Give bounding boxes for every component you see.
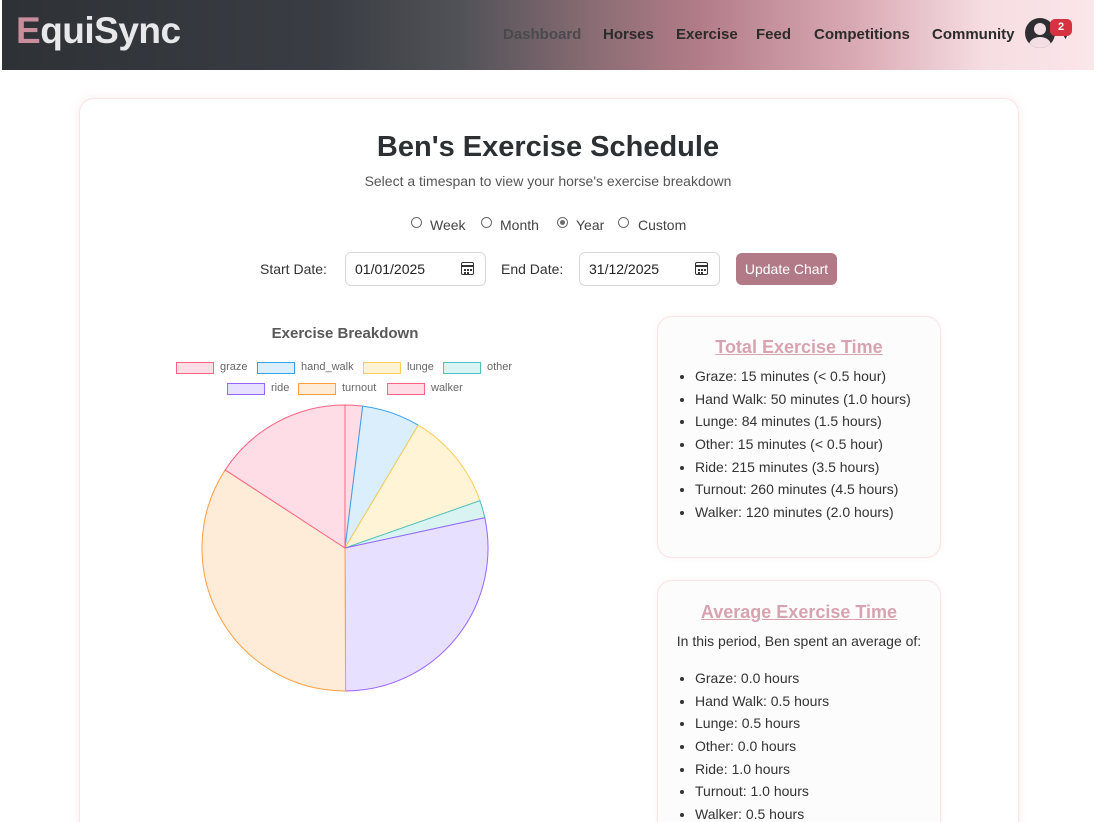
average-panel-title: Average Exercise Time bbox=[700, 602, 898, 622]
radio-year-label[interactable]: Year bbox=[576, 217, 604, 233]
legend-label: walker bbox=[431, 382, 463, 394]
nav-horses[interactable]: Horses bbox=[603, 26, 654, 43]
radio-custom[interactable] bbox=[618, 217, 629, 228]
list-item: Hand Walk: 50 minutes (1.0 hours) bbox=[695, 388, 911, 411]
nav-competitions[interactable]: Competitions bbox=[814, 26, 910, 43]
legend-swatch bbox=[257, 362, 295, 374]
nav-feed[interactable]: Feed bbox=[756, 26, 791, 43]
nav-dashboard[interactable]: Dashboard bbox=[503, 26, 581, 43]
top-navbar: EquiSync Dashboard Horses Exercise Feed … bbox=[2, 0, 1094, 70]
total-panel-title: Total Exercise Time bbox=[715, 337, 883, 357]
list-item: Walker: 120 minutes (2.0 hours) bbox=[695, 501, 911, 524]
notification-badge[interactable]: 2 bbox=[1050, 19, 1072, 36]
legend-label: turnout bbox=[342, 382, 377, 394]
calendar-icon[interactable] bbox=[461, 262, 474, 275]
legend-swatch bbox=[387, 383, 425, 395]
exercise-pie-chart bbox=[201, 404, 489, 692]
average-list: Graze: 0.0 hours Hand Walk: 0.5 hours Lu… bbox=[695, 667, 829, 822]
nav-community[interactable]: Community bbox=[932, 26, 1015, 43]
total-exercise-panel: Total Exercise Time Graze: 15 minutes (<… bbox=[658, 317, 940, 557]
radio-custom-label[interactable]: Custom bbox=[638, 217, 686, 233]
start-date-input[interactable]: 01/01/2025 bbox=[345, 252, 486, 286]
avatar-body bbox=[1029, 37, 1051, 48]
list-item: Turnout: 1.0 hours bbox=[695, 780, 829, 803]
radio-week[interactable] bbox=[411, 217, 422, 228]
list-item: Lunge: 0.5 hours bbox=[695, 712, 829, 735]
radio-month[interactable] bbox=[481, 217, 492, 228]
end-date-label: End Date: bbox=[501, 261, 564, 277]
legend-swatch bbox=[176, 362, 214, 374]
radio-week-label[interactable]: Week bbox=[430, 217, 466, 233]
list-item: Other: 0.0 hours bbox=[695, 735, 829, 758]
total-list: Graze: 15 minutes (< 0.5 hour) Hand Walk… bbox=[695, 365, 911, 524]
nav-links: Dashboard Horses Exercise Feed Competiti… bbox=[2, 26, 1094, 46]
legend-label: ride bbox=[271, 382, 290, 394]
legend-label: graze bbox=[220, 361, 248, 373]
list-item: Ride: 1.0 hours bbox=[695, 758, 829, 781]
end-date-input[interactable]: 31/12/2025 bbox=[579, 252, 720, 286]
update-chart-button[interactable]: Update Chart bbox=[736, 253, 837, 285]
radio-year[interactable] bbox=[557, 217, 568, 228]
timespan-radio-group: Week Month Year Custom bbox=[0, 217, 1096, 237]
list-item: Hand Walk: 0.5 hours bbox=[695, 690, 829, 713]
chart-title: Exercise Breakdown bbox=[271, 325, 419, 342]
page-subtitle: Select a timespan to view your horse's e… bbox=[364, 173, 732, 189]
list-item: Walker: 0.5 hours bbox=[695, 803, 829, 822]
legend-swatch bbox=[298, 383, 336, 395]
end-date-value: 31/12/2025 bbox=[589, 261, 660, 277]
legend-label: lunge bbox=[407, 361, 434, 373]
list-item: Lunge: 84 minutes (1.5 hours) bbox=[695, 410, 911, 433]
list-item: Ride: 215 minutes (3.5 hours) bbox=[695, 456, 911, 479]
average-panel-intro: In this period, Ben spent an average of: bbox=[676, 633, 922, 649]
average-exercise-panel: Average Exercise Time In this period, Be… bbox=[658, 581, 940, 822]
nav-exercise[interactable]: Exercise bbox=[676, 26, 738, 43]
list-item: Graze: 15 minutes (< 0.5 hour) bbox=[695, 365, 911, 388]
list-item: Other: 15 minutes (< 0.5 hour) bbox=[695, 433, 911, 456]
list-item: Turnout: 260 minutes (4.5 hours) bbox=[695, 478, 911, 501]
legend-swatch bbox=[227, 383, 265, 395]
avatar-head bbox=[1034, 23, 1046, 35]
legend-swatch bbox=[443, 362, 481, 374]
radio-month-label[interactable]: Month bbox=[500, 217, 539, 233]
legend-label: other bbox=[487, 361, 513, 373]
start-date-value: 01/01/2025 bbox=[355, 261, 426, 277]
legend-swatch bbox=[363, 362, 401, 374]
pie-slice-ride[interactable] bbox=[344, 517, 489, 692]
list-item: Graze: 0.0 hours bbox=[695, 667, 829, 690]
legend-label: hand_walk bbox=[301, 361, 354, 373]
calendar-icon[interactable] bbox=[695, 262, 708, 275]
start-date-label: Start Date: bbox=[260, 261, 327, 277]
page-title: Ben's Exercise Schedule bbox=[376, 131, 720, 163]
